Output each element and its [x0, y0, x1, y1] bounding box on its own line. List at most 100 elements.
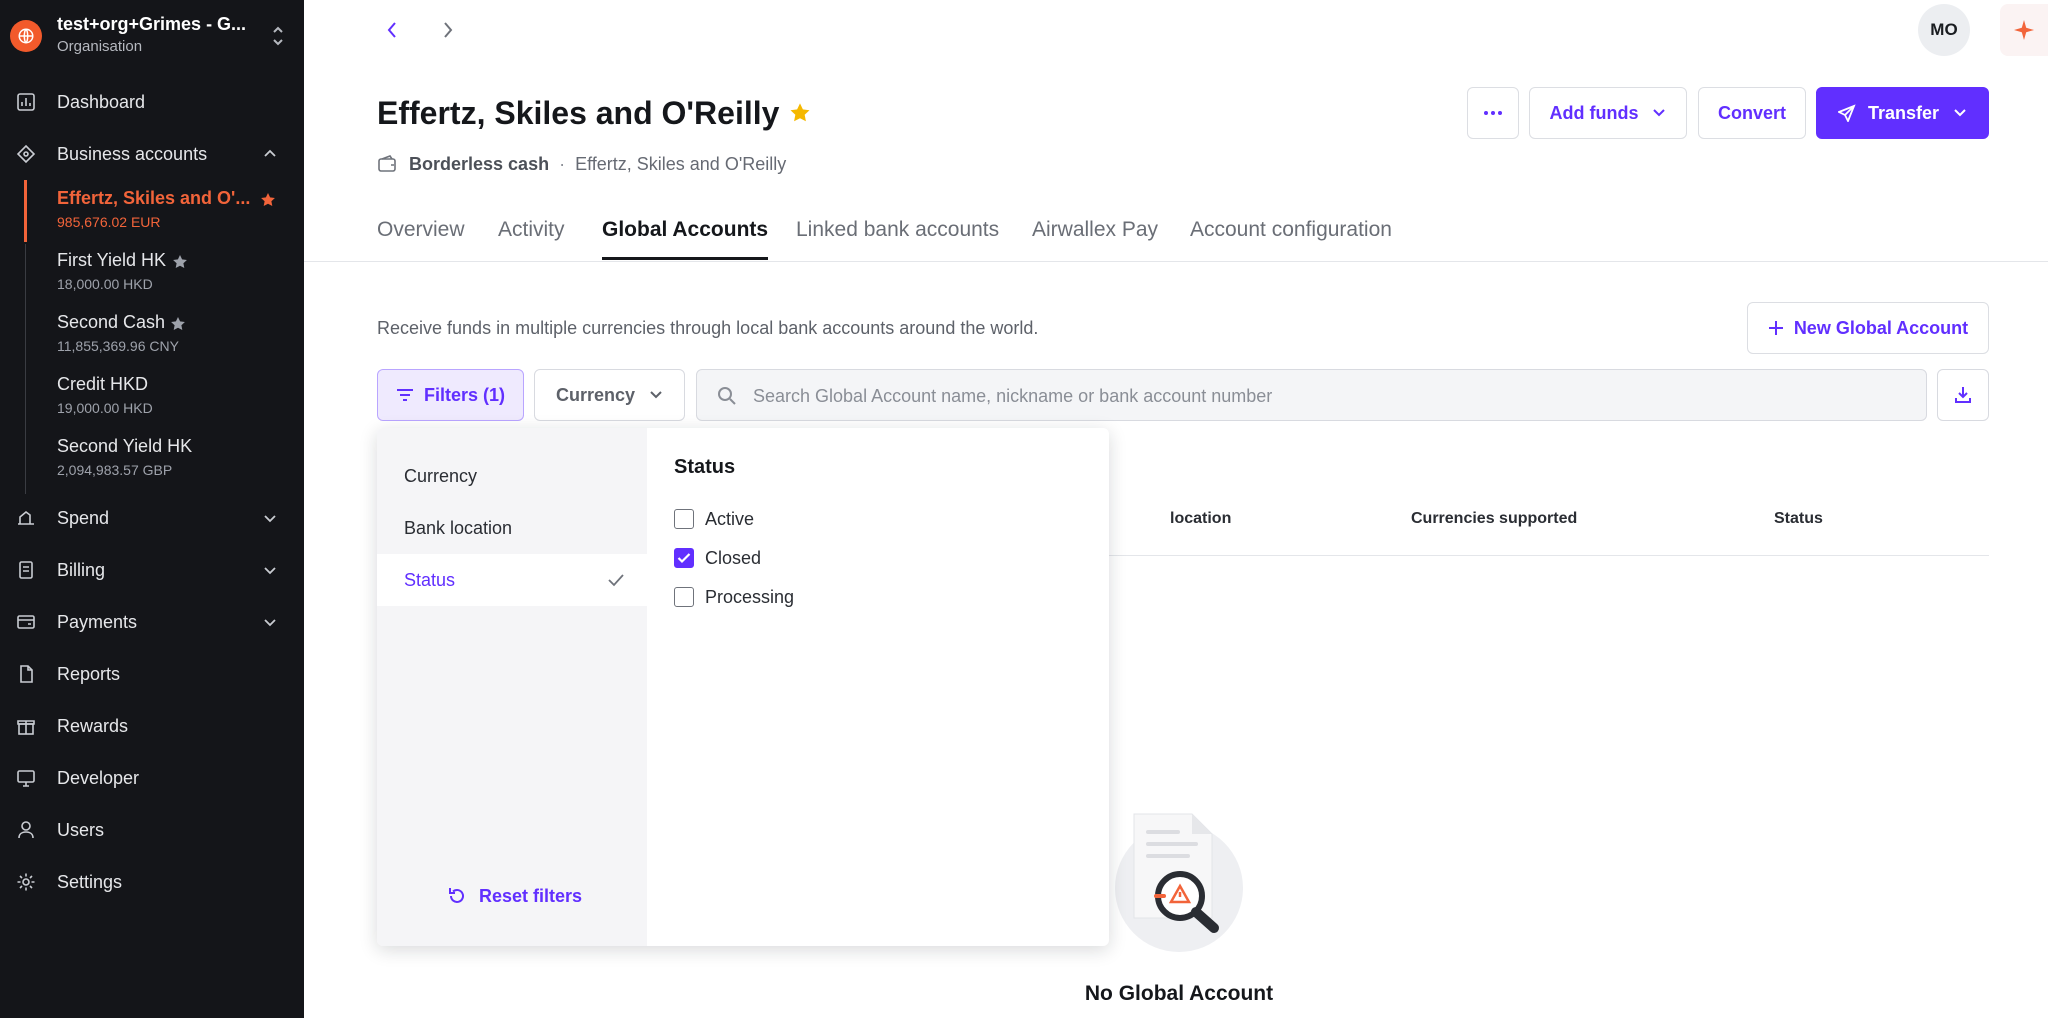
org-subtitle: Organisation [57, 38, 143, 55]
tab-activity[interactable]: Activity [498, 210, 565, 260]
filter-category-bank-location[interactable]: Bank location [377, 502, 647, 554]
star-icon[interactable] [260, 192, 276, 208]
reset-filters-label: Reset filters [479, 885, 583, 906]
nav-reports[interactable]: Reports [0, 654, 304, 694]
account-item-credit-hkd[interactable]: Credit HKD 19,000.00 HKD [24, 370, 304, 426]
account-balance: 11,855,369.96 CNY [57, 338, 179, 354]
add-funds-button[interactable]: Add funds [1529, 87, 1687, 139]
back-button[interactable] [380, 16, 404, 44]
forward-button[interactable] [436, 16, 460, 44]
nav-rewards[interactable]: Rewards [0, 706, 304, 746]
main-content: MO Effertz, Skiles and O'Reilly Borderle… [304, 0, 2048, 1018]
checkbox-active[interactable] [674, 509, 694, 529]
status-option-active[interactable]: Active [674, 505, 754, 533]
filter-category-currency[interactable]: Currency [377, 450, 647, 502]
new-global-account-button[interactable]: New Global Account [1747, 302, 1989, 354]
tab-overview[interactable]: Overview [377, 210, 465, 260]
org-switcher[interactable]: test+org+Grimes - G... Organisation [10, 14, 294, 58]
account-balance: 18,000.00 HKD [57, 276, 153, 292]
status-option-label: Processing [705, 586, 795, 607]
nav-spend-label: Spend [57, 507, 110, 528]
ai-assistant-button[interactable] [2000, 4, 2048, 56]
more-icon [1484, 111, 1502, 115]
filter-options: Status Active Closed Processing [647, 428, 1109, 946]
new-global-account-label: New Global Account [1793, 317, 1969, 338]
download-icon [1955, 387, 1971, 403]
status-option-closed[interactable]: Closed [674, 544, 761, 572]
separator-dot: · [559, 153, 566, 174]
account-item-effertz[interactable]: Effertz, Skiles and O'... 985,676.02 EUR [24, 184, 304, 240]
status-option-processing[interactable]: Processing [674, 583, 794, 611]
check-icon [677, 553, 691, 564]
filter-options-heading: Status [674, 456, 736, 478]
chevron-down-icon [264, 515, 276, 523]
column-currencies-supported: Currencies supported [1411, 510, 1578, 527]
nav-rewards-label: Rewards [57, 715, 129, 736]
tab-airwallex-pay[interactable]: Airwallex Pay [1032, 210, 1158, 260]
account-balance: 2,094,983.57 GBP [57, 462, 173, 478]
status-option-label: Closed [705, 547, 762, 568]
nav-spend[interactable]: Spend [0, 498, 304, 538]
account-item-first-yield-hk[interactable]: First Yield HK 18,000.00 HKD [24, 246, 304, 302]
sidebar: test+org+Grimes - G... Organisation Dash… [0, 0, 304, 1018]
card-icon [18, 510, 34, 525]
search-box [696, 369, 1927, 421]
star-icon[interactable] [172, 254, 188, 270]
gift-icon [17, 720, 35, 735]
currency-filter-button[interactable]: Currency [534, 369, 685, 421]
transfer-button[interactable]: Transfer [1816, 87, 1989, 139]
nav-users[interactable]: Users [0, 810, 304, 850]
filter-categories: Currency Bank location Status Reset filt… [377, 428, 647, 946]
checkbox-closed[interactable] [674, 548, 694, 568]
account-balance: 985,676.02 EUR [57, 214, 161, 230]
empty-state-title: No Global Account [1084, 982, 1274, 1005]
nav-developer[interactable]: Developer [0, 758, 304, 798]
more-actions-button[interactable] [1467, 87, 1519, 139]
nav-business-accounts-label: Business accounts [57, 143, 208, 164]
global-accounts-description: Receive funds in multiple currencies thr… [377, 318, 1039, 338]
account-name: Second Cash [57, 312, 166, 332]
filters-button[interactable]: Filters (1) [377, 369, 524, 421]
tab-account-configuration[interactable]: Account configuration [1190, 210, 1392, 260]
tab-global-accounts[interactable]: Global Accounts [602, 210, 769, 260]
nav-payments-label: Payments [57, 611, 138, 632]
account-name: First Yield HK [57, 250, 167, 270]
transfer-label: Transfer [1867, 102, 1940, 123]
star-icon[interactable] [789, 102, 811, 124]
chevron-down-icon [650, 391, 662, 399]
nav-reports-label: Reports [57, 663, 121, 684]
chevron-down-icon [264, 567, 276, 575]
dashboard-icon [17, 93, 35, 111]
payments-icon [17, 615, 35, 629]
nav-billing[interactable]: Billing [0, 550, 304, 590]
search-input[interactable] [753, 382, 1903, 410]
filter-category-label: Currency [404, 465, 478, 486]
download-button[interactable] [1937, 369, 1989, 421]
chevron-down-icon [1653, 109, 1666, 117]
nav-payments[interactable]: Payments [0, 602, 304, 642]
account-type: Borderless cash [409, 153, 550, 174]
star-icon[interactable] [170, 316, 186, 332]
account-item-second-yield-hk[interactable]: Second Yield HK 2,094,983.57 GBP [24, 432, 304, 488]
nav-settings-label: Settings [57, 871, 123, 892]
chevron-up-down-icon [268, 22, 288, 50]
nav-users-label: Users [57, 819, 105, 840]
convert-button[interactable]: Convert [1698, 87, 1806, 139]
reset-filters-button[interactable]: Reset filters [447, 882, 582, 910]
nav-settings[interactable]: Settings [0, 862, 304, 902]
nav-dashboard-label: Dashboard [57, 91, 146, 112]
reset-icon [449, 888, 464, 903]
account-item-second-cash[interactable]: Second Cash 11,855,369.96 CNY [24, 308, 304, 364]
nav-dashboard[interactable]: Dashboard [0, 82, 304, 122]
check-icon [608, 574, 624, 587]
tab-linked-bank-accounts[interactable]: Linked bank accounts [796, 210, 999, 260]
chevron-down-icon [1954, 109, 1966, 117]
avatar[interactable]: MO [1918, 4, 1970, 56]
plus-icon [1768, 321, 1783, 335]
send-icon [1837, 104, 1856, 122]
account-name: Second Yield HK [57, 436, 193, 456]
filter-category-status[interactable]: Status [377, 554, 647, 606]
nav-business-accounts[interactable]: Business accounts [0, 134, 304, 174]
column-location: location [1170, 510, 1232, 527]
checkbox-processing[interactable] [674, 587, 694, 607]
